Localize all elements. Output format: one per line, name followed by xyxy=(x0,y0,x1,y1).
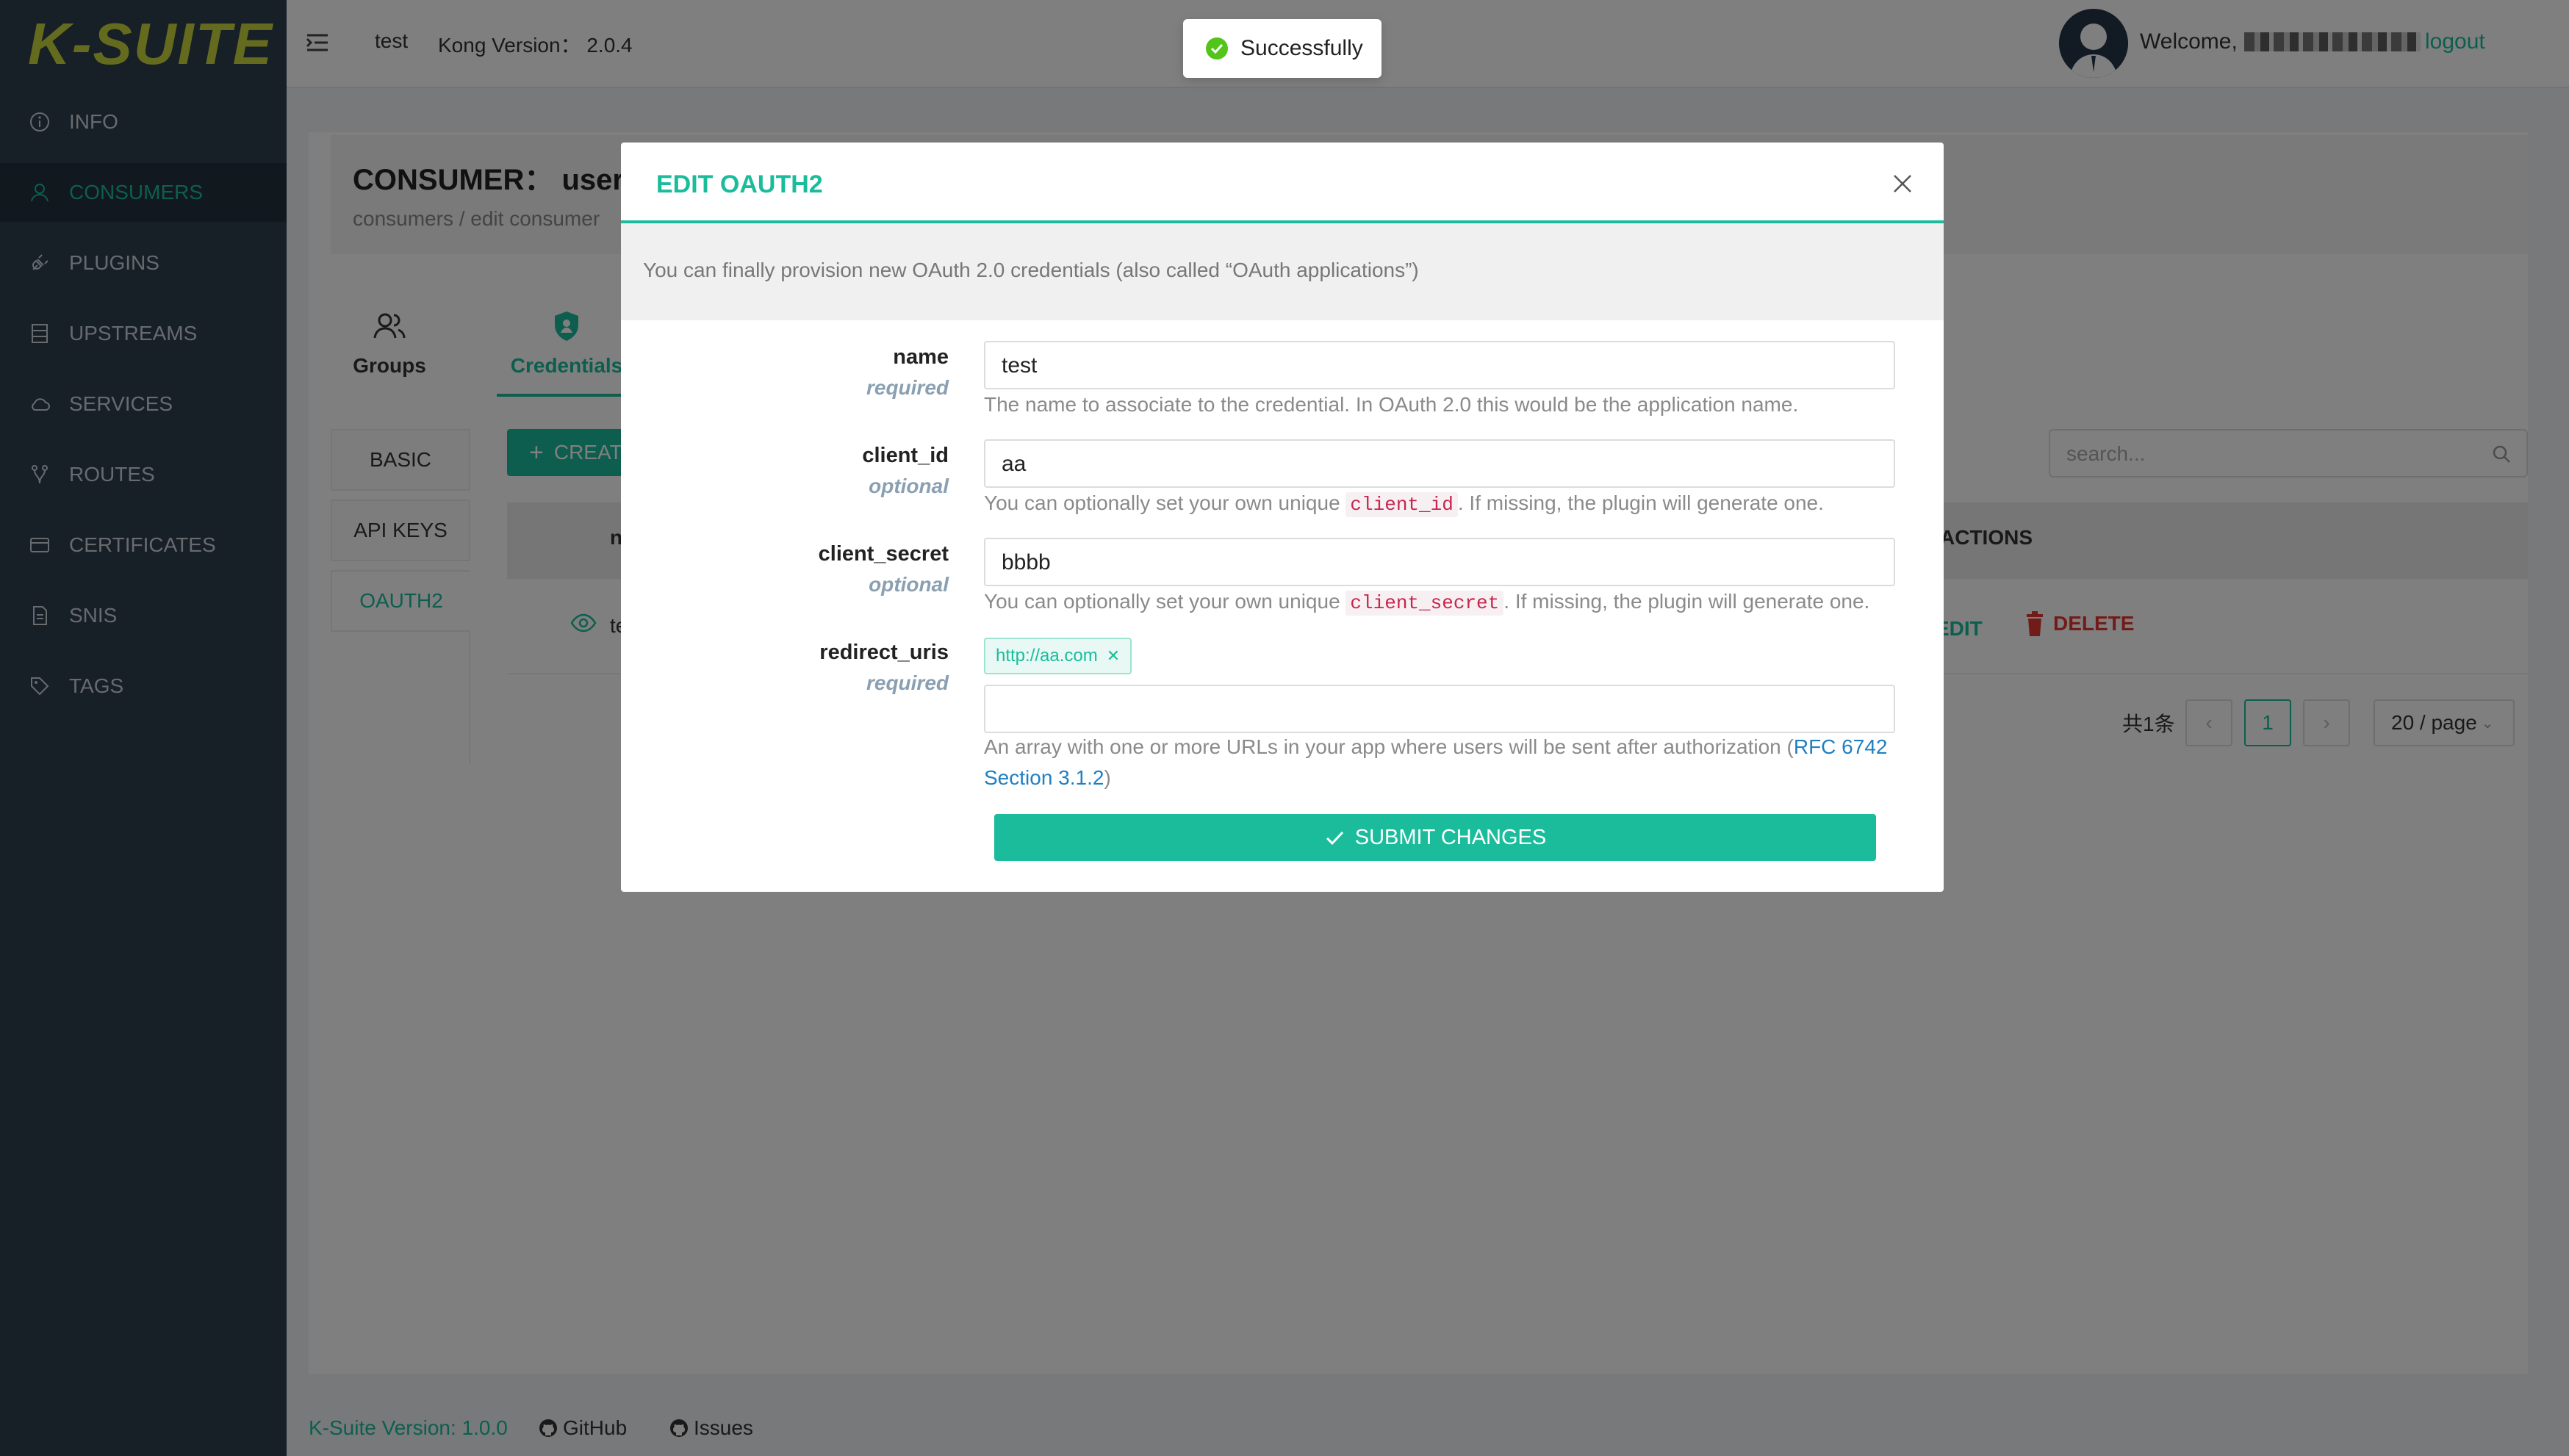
modal-header: EDIT OAUTH2 xyxy=(621,143,1944,223)
field-label-redirect-uris: redirect_uris xyxy=(819,641,949,664)
redirect-uri-tag[interactable]: http://aa.com ✕ xyxy=(984,638,1132,674)
field-requirement-name: required xyxy=(866,376,949,399)
client-id-field[interactable] xyxy=(1002,451,1876,477)
tag-close-icon[interactable]: ✕ xyxy=(1107,646,1120,666)
close-icon[interactable] xyxy=(1891,172,1914,195)
field-help-redirect-uris: An array with one or more URLs in your a… xyxy=(984,732,1910,793)
help-text: You can optionally set your own unique xyxy=(984,491,1340,514)
edit-oauth2-modal: EDIT OAUTH2 You can finally provision ne… xyxy=(621,143,1944,892)
field-label-name: name xyxy=(893,345,949,369)
help-text: An array with one or more URLs in your a… xyxy=(984,735,1794,758)
submit-changes-button[interactable]: SUBMIT CHANGES xyxy=(994,814,1876,861)
success-toast: Successfully xyxy=(1183,19,1381,78)
name-field-box[interactable] xyxy=(984,341,1895,389)
redirect-uris-field-box[interactable] xyxy=(984,685,1895,733)
field-requirement-client-secret: optional xyxy=(869,573,949,596)
check-circle-icon xyxy=(1205,37,1229,60)
field-requirement-redirect-uris: required xyxy=(866,671,949,694)
help-text: . If missing, the plugin will generate o… xyxy=(1503,590,1870,613)
field-requirement-client-id: optional xyxy=(869,475,949,497)
field-help-name: The name to associate to the credential.… xyxy=(984,393,1799,416)
field-help-client-id: You can optionally set your own unique c… xyxy=(984,488,1910,520)
help-code: client_id xyxy=(1345,492,1458,517)
toast-message: Successfully xyxy=(1240,36,1363,60)
client-id-field-box[interactable] xyxy=(984,439,1895,488)
redirect-uri-tag-label: http://aa.com xyxy=(996,646,1098,666)
help-text: ) xyxy=(1104,766,1111,789)
modal-title: EDIT OAUTH2 xyxy=(656,170,823,198)
help-code: client_secret xyxy=(1345,591,1504,616)
submit-label: SUBMIT CHANGES xyxy=(1354,825,1547,849)
client-secret-field-box[interactable] xyxy=(984,538,1895,586)
field-label-client-id: client_id xyxy=(862,444,949,467)
help-text: . If missing, the plugin will generate o… xyxy=(1457,491,1824,514)
field-help-client-secret: You can optionally set your own unique c… xyxy=(984,586,1910,619)
name-field[interactable] xyxy=(1002,353,1876,379)
field-label-client-secret: client_secret xyxy=(818,542,949,566)
client-secret-field[interactable] xyxy=(1002,549,1876,576)
modal-info-text: You can finally provision new OAuth 2.0 … xyxy=(643,259,1419,281)
redirect-uris-field[interactable] xyxy=(1002,696,1876,723)
check-icon xyxy=(1324,827,1345,848)
help-text: You can optionally set your own unique xyxy=(984,590,1340,613)
